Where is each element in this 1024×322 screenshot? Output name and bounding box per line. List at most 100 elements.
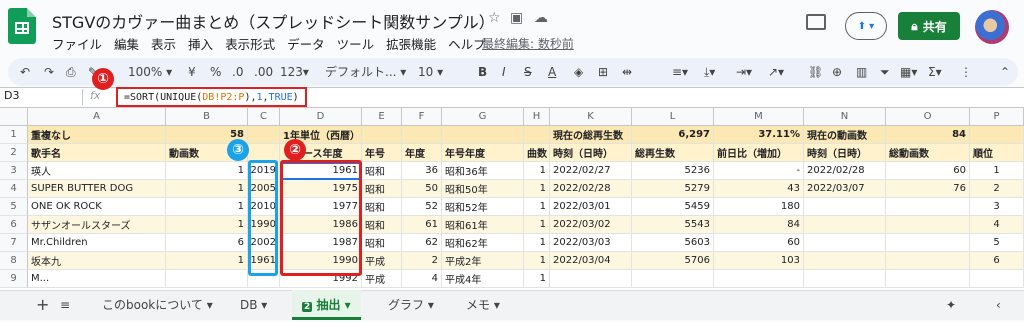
cell[interactable]: 2019: [248, 162, 280, 180]
cell[interactable]: 昭和61年: [442, 216, 524, 234]
cell[interactable]: 3: [970, 198, 1024, 216]
cell[interactable]: 年号: [362, 144, 402, 162]
menu-insert[interactable]: 挿入: [188, 34, 213, 53]
menu-edit[interactable]: 編集: [114, 34, 139, 53]
cell[interactable]: 順位: [970, 144, 1024, 162]
column-header-b[interactable]: B: [166, 108, 248, 126]
cell[interactable]: 1: [166, 180, 248, 198]
formula-input[interactable]: =SORT(UNIQUE(DB!P2:P),1,TRUE): [116, 87, 307, 107]
column-header-h[interactable]: H: [524, 108, 550, 126]
cell[interactable]: 重複なし: [28, 126, 166, 144]
cell[interactable]: 76: [886, 180, 970, 198]
cell[interactable]: 2022/03/02: [550, 216, 632, 234]
menu-extensions[interactable]: 拡張機能: [386, 34, 436, 53]
cell[interactable]: 37.11%: [714, 126, 804, 144]
cell[interactable]: 平成: [362, 270, 402, 288]
italic-icon[interactable]: I: [502, 60, 506, 84]
cell[interactable]: Mr.Children: [28, 234, 166, 252]
column-header-a[interactable]: A: [28, 108, 166, 126]
tab-memo[interactable]: メモ ▾: [456, 290, 510, 320]
cell[interactable]: 前日比（増加）: [714, 144, 804, 162]
comments-icon[interactable]: [806, 14, 826, 30]
avatar[interactable]: [975, 10, 1009, 44]
cell[interactable]: 1: [524, 162, 550, 180]
insert-chart-icon[interactable]: ▥: [856, 60, 867, 84]
cell[interactable]: [402, 126, 442, 144]
cell[interactable]: 43: [714, 180, 804, 198]
cell[interactable]: 1: [166, 198, 248, 216]
cell[interactable]: [550, 270, 632, 288]
cell[interactable]: 1977: [280, 198, 362, 216]
cell[interactable]: 1: [166, 216, 248, 234]
currency-button[interactable]: ¥: [188, 60, 196, 84]
cell[interactable]: 曲数: [524, 144, 550, 162]
cell[interactable]: [362, 126, 402, 144]
cell[interactable]: [804, 252, 886, 270]
row-header[interactable]: 3: [0, 162, 28, 180]
cell[interactable]: 昭和52年: [442, 198, 524, 216]
tab-graph[interactable]: グラフ ▾: [378, 290, 444, 320]
cell[interactable]: 1: [524, 216, 550, 234]
insert-comment-icon[interactable]: ⊕: [832, 60, 842, 84]
cell[interactable]: 84: [714, 216, 804, 234]
cell[interactable]: 昭和: [362, 216, 402, 234]
cell[interactable]: 瑛人: [28, 162, 166, 180]
cell[interactable]: 2010: [248, 198, 280, 216]
cell[interactable]: [714, 270, 804, 288]
column-header-k[interactable]: K: [550, 108, 632, 126]
more-icon[interactable]: ⋮: [960, 60, 972, 84]
column-header-p[interactable]: P: [970, 108, 1024, 126]
cell[interactable]: 2022/03/01: [550, 198, 632, 216]
cell[interactable]: 昭和50年: [442, 180, 524, 198]
text-color-icon[interactable]: A: [548, 60, 556, 84]
cell[interactable]: 現在の動画数: [804, 126, 886, 144]
cell[interactable]: [524, 126, 550, 144]
menu-format[interactable]: 表示形式: [225, 34, 275, 53]
cell[interactable]: 1: [166, 162, 248, 180]
cell[interactable]: 5603: [632, 234, 714, 252]
cell[interactable]: 36: [402, 162, 442, 180]
cell[interactable]: 年号年度: [442, 144, 524, 162]
cell[interactable]: [804, 198, 886, 216]
menu-file[interactable]: ファイル: [52, 34, 102, 53]
cell[interactable]: [804, 216, 886, 234]
cell[interactable]: [804, 270, 886, 288]
cell[interactable]: 1961: [280, 162, 362, 180]
cell[interactable]: [632, 270, 714, 288]
cell[interactable]: 平成4年: [442, 270, 524, 288]
cell[interactable]: 2022/02/28: [804, 162, 886, 180]
cell[interactable]: 52: [402, 198, 442, 216]
cell[interactable]: 2022/02/27: [550, 162, 632, 180]
cell[interactable]: 時刻（日時）: [804, 144, 886, 162]
fill-color-icon[interactable]: ◈: [574, 60, 583, 84]
tab-extract[interactable]: 2 抽出 ▾: [292, 290, 361, 320]
cell[interactable]: 6: [166, 234, 248, 252]
cell[interactable]: 60: [886, 162, 970, 180]
borders-icon[interactable]: ⊞: [598, 60, 608, 84]
cell[interactable]: 昭和: [362, 162, 402, 180]
cell[interactable]: 1990: [248, 216, 280, 234]
strikethrough-icon[interactable]: S: [524, 60, 532, 84]
column-header-o[interactable]: O: [886, 108, 970, 126]
document-title[interactable]: STGVのカヴァー曲まとめ（スプレッドシート関数サンプル）: [52, 9, 495, 33]
column-header-n[interactable]: N: [804, 108, 886, 126]
bold-icon[interactable]: B: [478, 60, 487, 84]
cell[interactable]: [248, 144, 280, 162]
cell[interactable]: 総再生数: [632, 144, 714, 162]
cell[interactable]: 1: [970, 162, 1024, 180]
font-select[interactable]: デフォルト... ▾: [325, 60, 406, 84]
zoom-select[interactable]: 100% ▾: [128, 60, 172, 84]
text-rotation-icon[interactable]: ↗▾: [768, 60, 784, 84]
cell[interactable]: 1990: [280, 252, 362, 270]
cell[interactable]: [970, 126, 1024, 144]
horizontal-align-icon[interactable]: ≡▾: [672, 60, 688, 84]
cloud-status-icon[interactable]: ☁: [534, 10, 548, 26]
cell[interactable]: 5236: [632, 162, 714, 180]
star-icon[interactable]: ☆: [488, 10, 501, 26]
cell[interactable]: 1987: [280, 234, 362, 252]
cell[interactable]: 84: [886, 126, 970, 144]
cell[interactable]: 昭和: [362, 234, 402, 252]
cell[interactable]: 6: [970, 252, 1024, 270]
cell[interactable]: 2002: [248, 234, 280, 252]
cell[interactable]: 4: [970, 216, 1024, 234]
